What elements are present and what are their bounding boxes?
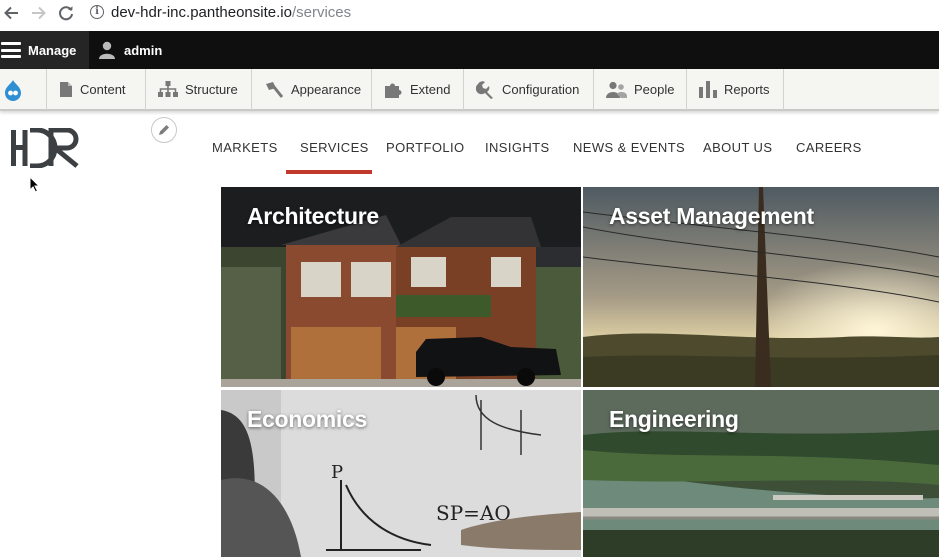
tray-item-appearance[interactable]: Appearance [252, 69, 372, 110]
nav-careers[interactable]: CAREERS [796, 140, 862, 155]
tray-label-extend: Extend [410, 82, 451, 97]
tray-item-extend[interactable]: Extend [372, 69, 464, 110]
tray-item-configuration[interactable]: Configuration [464, 69, 594, 110]
active-nav-indicator [286, 170, 372, 174]
nav-portfolio[interactable]: PORTFOLIO [386, 140, 464, 155]
reload-icon[interactable] [55, 3, 77, 23]
nav-services[interactable]: SERVICES [300, 140, 369, 155]
nav-markets[interactable]: MARKETS [212, 140, 278, 155]
tray-label-content: Content [80, 82, 126, 97]
mouse-pointer-icon [29, 175, 41, 198]
document-icon [60, 82, 72, 97]
hamburger-icon [1, 42, 21, 58]
tray-label-structure: Structure [185, 82, 238, 97]
tray-label-appearance: Appearance [291, 82, 362, 97]
service-tile-engineering[interactable]: Engineering [583, 390, 939, 557]
sitemap-icon [158, 81, 178, 97]
pencil-icon [159, 125, 169, 135]
address-bar[interactable]: dev-hdr-inc.pantheonsite.io/services [111, 4, 351, 21]
browser-toolbar: i dev-hdr-inc.pantheonsite.io/services [0, 0, 939, 30]
puzzle-icon [385, 83, 402, 98]
tray-label-people: People [634, 82, 675, 97]
drupal-drop-icon [5, 79, 21, 101]
manage-label: Manage [28, 42, 77, 58]
info-icon[interactable]: i [90, 5, 104, 19]
tray-item-content[interactable]: Content [47, 69, 146, 110]
service-tile-architecture[interactable]: Architecture [221, 187, 581, 387]
paint-brush-icon [266, 81, 284, 98]
user-button[interactable]: admin [98, 31, 162, 69]
back-arrow-icon[interactable] [0, 3, 22, 23]
tray-label-configuration: Configuration [502, 82, 580, 97]
service-tile-economics[interactable]: P SP=AQ Economics [221, 390, 581, 557]
tile-title-economics: Economics [247, 406, 368, 432]
user-label: admin [124, 42, 163, 58]
admin-toolbar: Manage admin [0, 31, 939, 69]
tile-title-engineering: Engineering [609, 406, 739, 432]
hdr-logo[interactable] [11, 127, 81, 173]
service-tile-asset-management[interactable]: Asset Management [583, 187, 939, 387]
tile-title-architecture: Architecture [247, 203, 379, 229]
tray-item-reports[interactable]: Reports [687, 69, 784, 110]
drupal-home-button[interactable] [0, 69, 47, 110]
edit-pencil-button[interactable] [151, 117, 177, 143]
nav-insights[interactable]: INSIGHTS [485, 140, 550, 155]
forward-arrow-icon[interactable] [28, 3, 50, 23]
manage-button[interactable]: Manage [0, 31, 89, 69]
user-icon [99, 41, 115, 59]
bar-chart-icon [699, 81, 717, 98]
nav-about-us[interactable]: ABOUT US [703, 140, 772, 155]
url-path: /services [291, 4, 352, 21]
tray-item-structure[interactable]: Structure [146, 69, 252, 110]
url-host: dev-hdr-inc.pantheonsite.io [111, 4, 292, 21]
admin-tray: Content Structure Appearance Extend Conf… [0, 69, 939, 111]
tray-label-reports: Reports [724, 82, 770, 97]
people-icon [606, 81, 627, 98]
tray-item-people[interactable]: People [594, 69, 687, 110]
economics-photo-p-symbol: P [331, 462, 343, 483]
tile-title-asset-management: Asset Management [609, 203, 814, 229]
wrench-icon [476, 81, 493, 99]
nav-news-events[interactable]: NEWS & EVENTS [573, 140, 685, 155]
